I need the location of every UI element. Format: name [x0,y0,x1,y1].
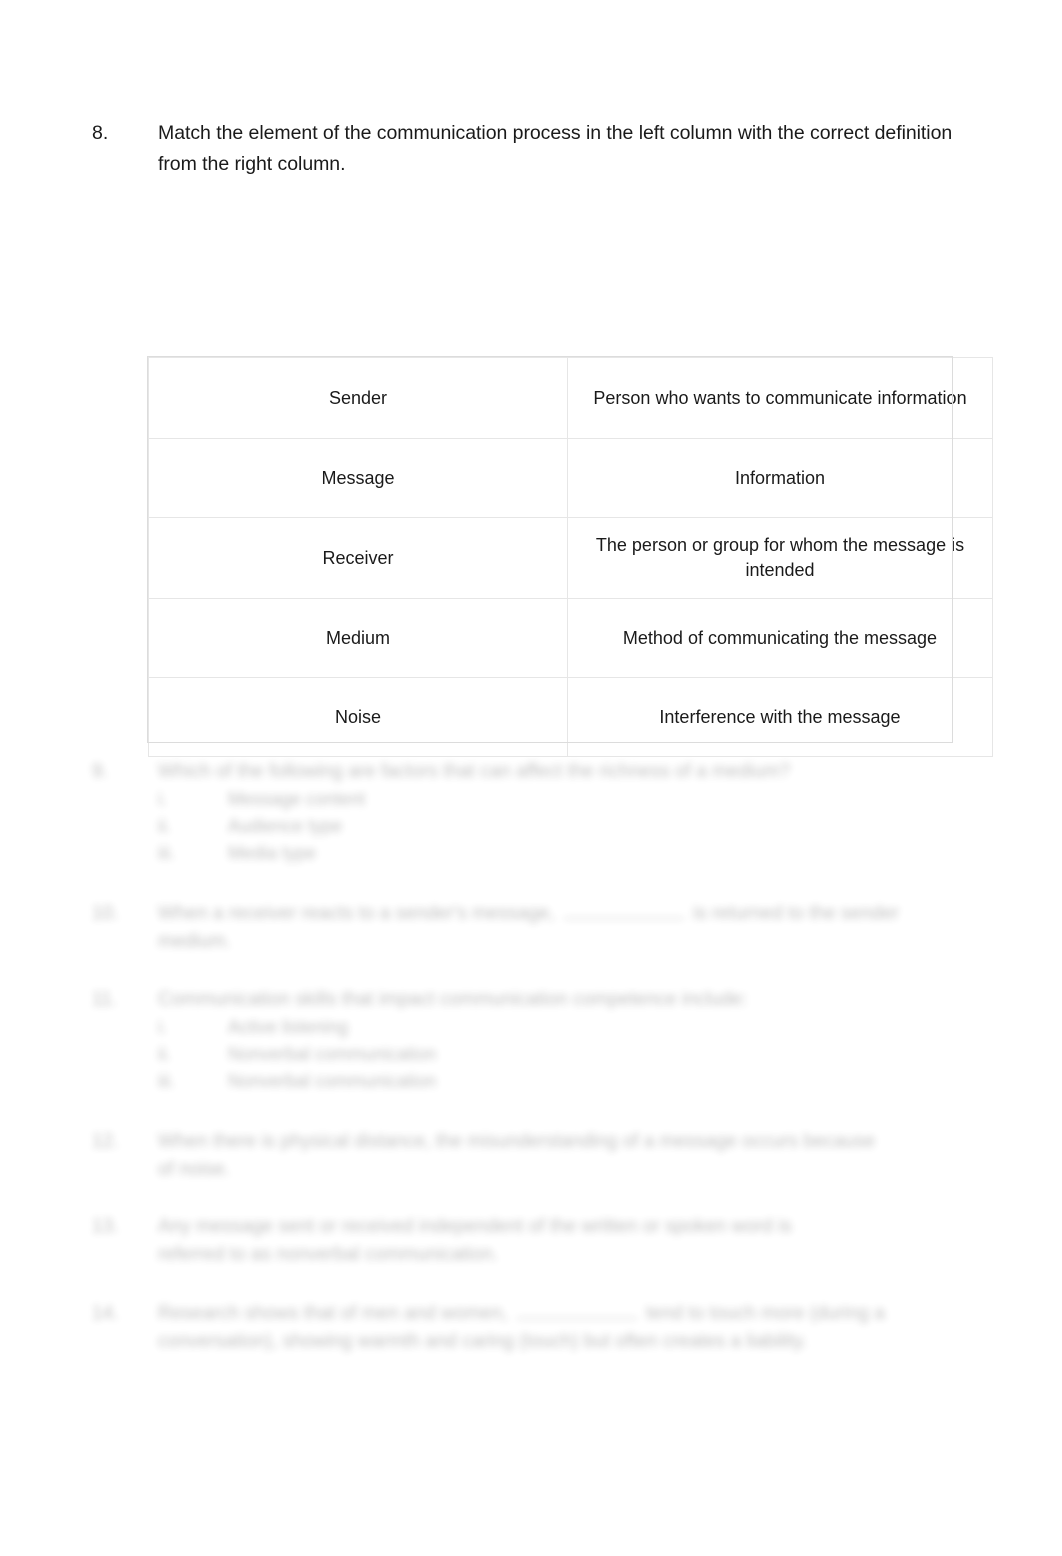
match-definition: Interference with the message [567,677,993,757]
question-9-subitem: ii. Audience type [158,813,972,840]
match-definition: Method of communicating the message [567,598,993,678]
subitem-text: Media type [228,843,317,863]
question-10-body: When a receiver reacts to a sender's mes… [158,900,972,956]
match-term: Receiver [148,517,568,599]
question-9-subitem: i. Message content [158,786,972,813]
blurred-questions-region: 9. Which of the following are factors th… [0,748,1062,1408]
subitem-marker: ii. [158,816,171,836]
question-9: 9. Which of the following are factors th… [92,758,972,867]
question-9-number: 9. [92,761,108,782]
subitem-text: Audience type [228,816,343,836]
question-8: 8. Match the element of the communicatio… [92,118,972,180]
question-10-number: 10. [92,903,119,924]
match-definition: Information [567,438,993,518]
question-10-text-before: When a receiver reacts to a sender's mes… [158,903,555,924]
matching-table-body: Sender Person who wants to communicate i… [148,357,993,757]
table-row: Sender Person who wants to communicate i… [148,357,993,439]
question-8-number: 8. [92,122,109,144]
subitem-marker: iii. [158,1071,175,1091]
question-14-number: 14. [92,1303,119,1324]
table-row: Medium Method of communicating the messa… [148,598,993,678]
table-row: Receiver The person or group for whom th… [148,517,993,599]
match-term: Medium [148,598,568,678]
question-14-text-before: Research shows that of men and women, [158,1303,508,1324]
question-14-body: Research shows that of men and women, te… [158,1300,972,1356]
question-9-text: Which of the following are factors that … [158,761,791,782]
question-10: 10. When a receiver reacts to a sender's… [92,900,972,956]
question-11: 11. Communication skills that impact com… [92,986,972,1095]
question-8-prompt: Match the element of the communication p… [158,122,953,175]
question-13-number: 13. [92,1216,119,1237]
match-term: Noise [148,677,568,757]
question-11-subitem: iii. Nonverbal communication [158,1068,972,1095]
subitem-text: Nonverbal communication [228,1071,437,1091]
fill-in-blank [563,904,684,919]
subitem-marker: iii. [158,843,175,863]
question-13-text: Any message sent or received independent… [158,1216,792,1265]
question-13: 13. Any message sent or received indepen… [92,1213,822,1269]
question-9-body: Which of the following are factors that … [158,758,972,867]
question-14: 14. Research shows that of men and women… [92,1300,972,1356]
subitem-marker: ii. [158,1044,171,1064]
subitem-marker: i. [158,789,167,809]
match-term: Message [148,438,568,518]
worksheet-page: 8. Match the element of the communicatio… [0,0,1062,1556]
question-11-subitem: i. Active listening [158,1014,972,1041]
question-12-text: When there is physical distance, the mis… [158,1131,876,1180]
subitem-text: Active listening [228,1017,349,1037]
question-11-body: Communication skills that impact communi… [158,986,972,1095]
match-definition: Person who wants to communicate informat… [567,357,993,439]
subitem-text: Nonverbal communication [228,1044,437,1064]
question-11-text: Communication skills that impact communi… [158,989,748,1010]
fill-in-blank [516,1304,637,1319]
subitem-marker: i. [158,1017,167,1037]
subitem-text: Message content [228,789,366,809]
match-definition: The person or group for whom the message… [567,517,993,599]
match-term: Sender [148,357,568,439]
question-9-subitem: iii. Media type [158,840,972,867]
table-row: Noise Interference with the message [148,677,993,757]
table-row: Message Information [148,438,993,518]
question-11-subitem: ii. Nonverbal communication [158,1041,972,1068]
matching-table: Sender Person who wants to communicate i… [148,357,993,757]
question-12: 12. When there is physical distance, the… [92,1128,892,1184]
question-12-number: 12. [92,1131,119,1152]
question-11-number: 11. [92,989,118,1010]
